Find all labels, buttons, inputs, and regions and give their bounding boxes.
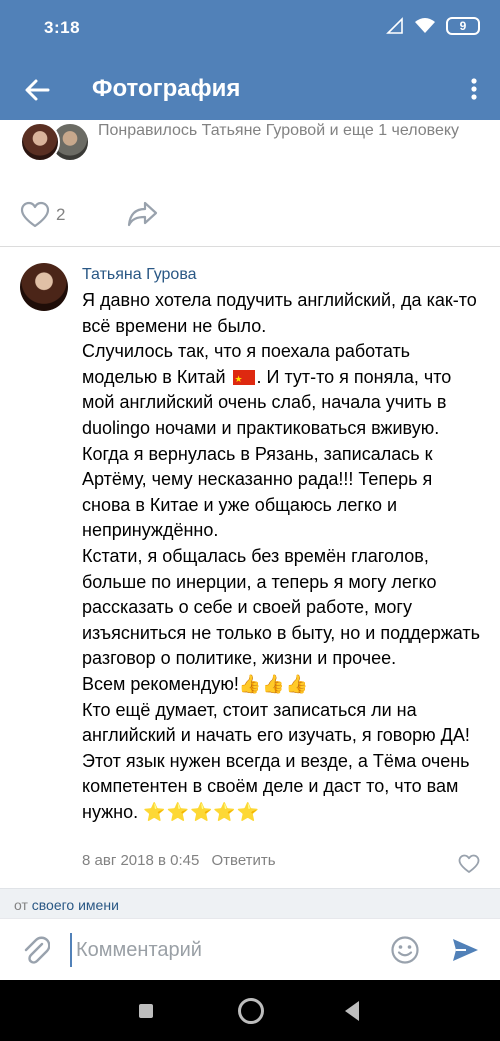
- comment-meta: 8 авг 2018 в 0:45 Ответить: [82, 852, 276, 869]
- back-triangle-icon[interactable]: [345, 1001, 359, 1021]
- status-icons: 9: [386, 17, 480, 35]
- wifi-icon: [415, 18, 435, 33]
- more-vertical-icon[interactable]: [462, 72, 486, 106]
- app-bar: Фотография: [0, 58, 500, 120]
- home-circle-icon[interactable]: [238, 998, 264, 1024]
- china-flag-icon: [232, 367, 255, 392]
- comment-input[interactable]: [70, 933, 370, 967]
- comment-text: Я давно хотела подучить английский, да к…: [82, 288, 482, 825]
- page-title: Фотография: [92, 75, 241, 102]
- post-as-prefix: от: [14, 897, 28, 913]
- comment-text-part3: Кто ещё думает, стоит записаться ли на а…: [82, 699, 470, 822]
- arrow-back-icon[interactable]: [20, 73, 54, 107]
- heart-outline-icon[interactable]: [20, 201, 50, 229]
- signal-icon: [386, 17, 403, 34]
- status-time: 3:18: [44, 18, 81, 37]
- recents-square-icon[interactable]: [139, 1004, 153, 1018]
- heart-outline-icon[interactable]: [458, 854, 480, 874]
- battery-level: 9: [459, 19, 467, 33]
- liker-avatar: [20, 122, 60, 162]
- paperclip-icon[interactable]: [22, 935, 50, 965]
- thumbs-up-emoji: 👍👍👍: [238, 673, 310, 694]
- post-as-link[interactable]: своего имени: [32, 897, 119, 913]
- likes-summary[interactable]: Понравилось Татьяне Гуровой и еще 1 чело…: [0, 120, 500, 180]
- status-bar: 3:18 9: [0, 0, 500, 58]
- comment-text-part2: . И тут-то я поняла, что мой английский …: [82, 366, 480, 694]
- like-count: 2: [56, 205, 66, 224]
- post-as-text: от своего имени: [14, 897, 119, 913]
- comment-author[interactable]: Татьяна Гурова: [82, 266, 197, 284]
- stars-emoji: ⭐⭐⭐⭐⭐: [143, 801, 261, 822]
- likes-summary-text: Понравилось Татьяне Гуровой и еще 1 чело…: [98, 122, 460, 139]
- comment-date: 8 авг 2018 в 0:45: [82, 852, 200, 869]
- share-arrow-icon[interactable]: [127, 199, 159, 229]
- reply-button[interactable]: Ответить: [212, 852, 276, 869]
- divider: [0, 246, 500, 247]
- post-as-bar: от своего имени: [0, 888, 500, 918]
- send-icon[interactable]: [450, 935, 480, 965]
- system-nav-bar: [0, 980, 500, 1041]
- post-actions: 2: [0, 195, 500, 235]
- battery-icon: 9: [446, 17, 480, 35]
- avatar[interactable]: [20, 263, 68, 311]
- smiley-icon[interactable]: [390, 935, 420, 965]
- comment-composer: [0, 918, 500, 980]
